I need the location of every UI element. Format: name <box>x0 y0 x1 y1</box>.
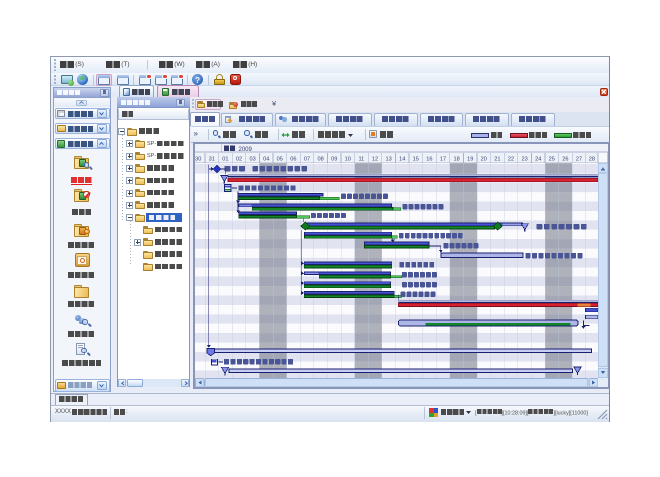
svg-text:13: 13 <box>385 156 391 162</box>
svg-text:15: 15 <box>412 156 418 162</box>
svg-text:22: 22 <box>507 156 513 162</box>
svg-text:20: 20 <box>480 156 486 162</box>
svg-text:01: 01 <box>222 156 228 162</box>
svg-text:27: 27 <box>575 156 581 162</box>
svg-text:16: 16 <box>426 156 432 162</box>
svg-text:18: 18 <box>453 156 459 162</box>
svg-text:10: 10 <box>344 156 350 162</box>
svg-text:14: 14 <box>399 156 405 162</box>
svg-text:12: 12 <box>371 156 377 162</box>
svg-text:07: 07 <box>303 156 309 162</box>
svg-text:24: 24 <box>535 156 541 162</box>
svg-text:19: 19 <box>467 156 473 162</box>
svg-text:21: 21 <box>494 156 500 162</box>
svg-text:25: 25 <box>548 156 554 162</box>
svg-text:05: 05 <box>276 156 282 162</box>
svg-text:02: 02 <box>235 156 241 162</box>
svg-text:31: 31 <box>208 156 214 162</box>
svg-text:04: 04 <box>263 156 269 162</box>
svg-text:23: 23 <box>521 156 527 162</box>
svg-text:08: 08 <box>317 156 323 162</box>
svg-text:09: 09 <box>331 156 337 162</box>
svg-text:2009: 2009 <box>238 146 252 152</box>
svg-text:28: 28 <box>588 156 594 162</box>
svg-text:30: 30 <box>195 156 201 162</box>
svg-text:11: 11 <box>358 156 364 162</box>
svg-text:03: 03 <box>249 156 255 162</box>
svg-text:17: 17 <box>439 156 445 162</box>
svg-text:06: 06 <box>290 156 296 162</box>
svg-text:26: 26 <box>562 156 568 162</box>
